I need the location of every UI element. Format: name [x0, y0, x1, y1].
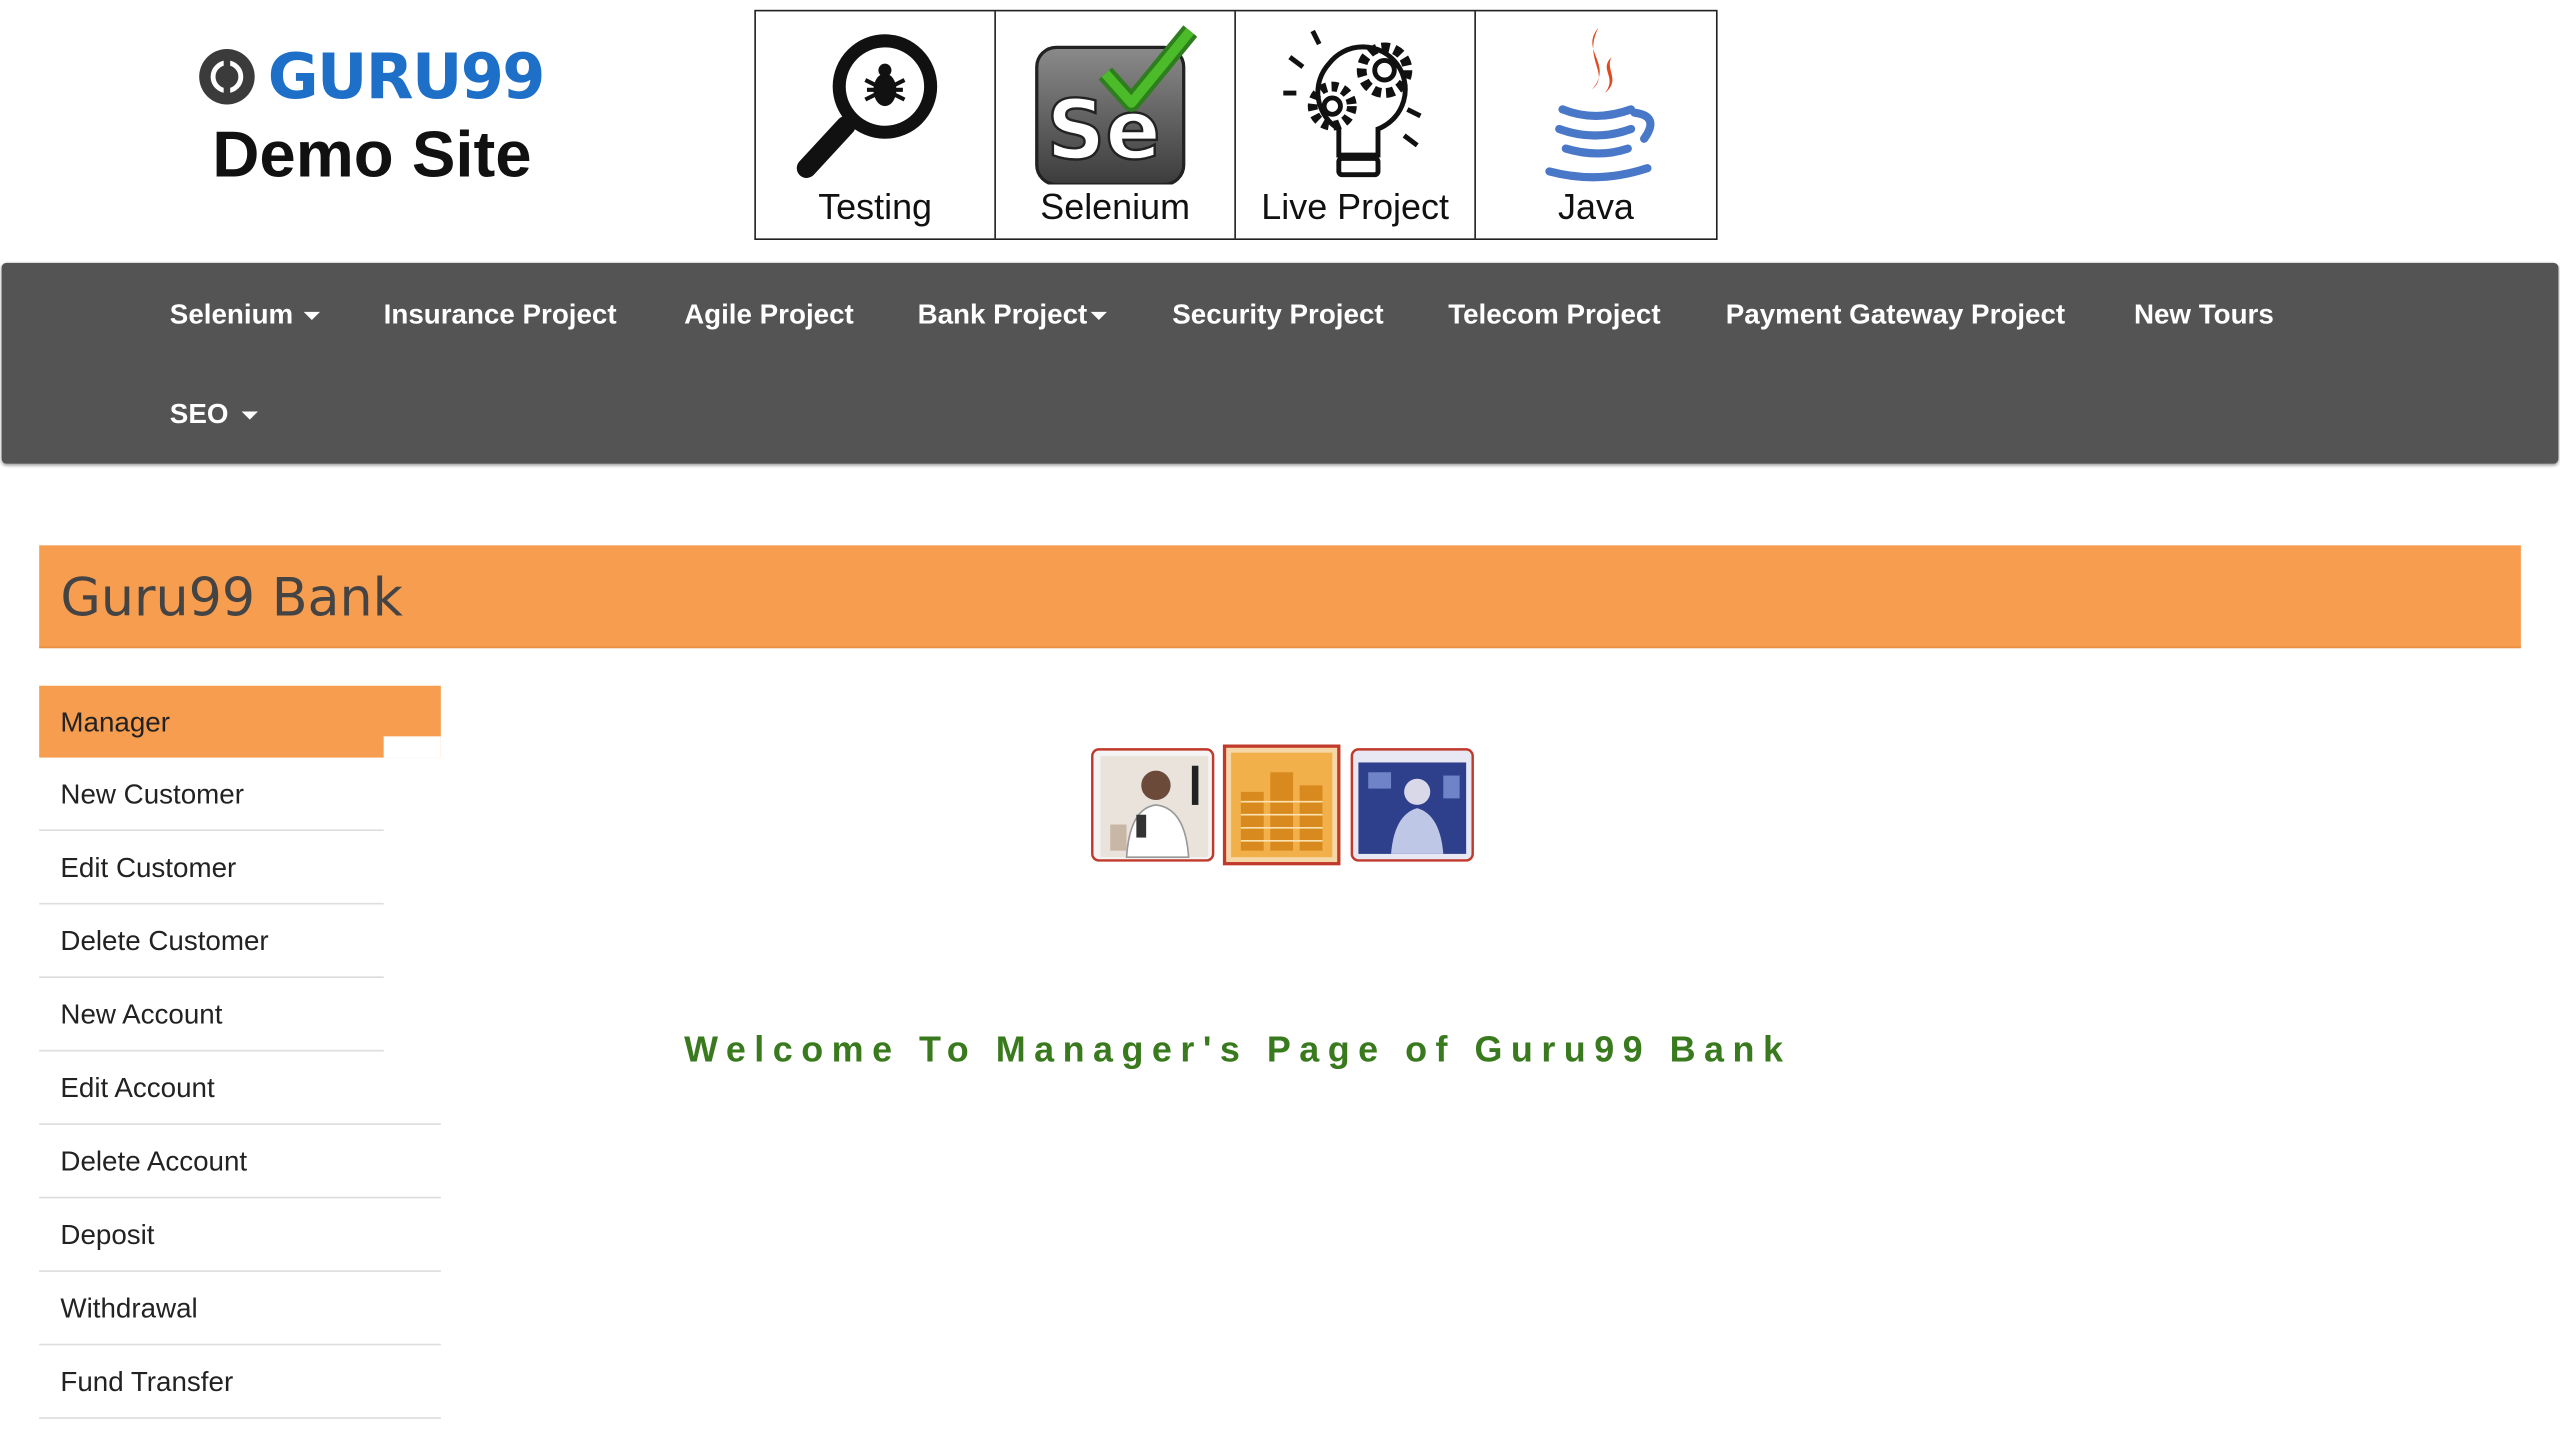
tile-java[interactable]: Java — [1476, 11, 1716, 238]
tile-label: Live Project — [1261, 186, 1449, 227]
main-navbar: Selenium Insurance Project Agile Project… — [1, 262, 2559, 464]
nav-new-tours[interactable]: New Tours — [2134, 299, 2274, 332]
nav-label: Insurance Project — [383, 298, 617, 330]
tile-label: Java — [1558, 186, 1634, 227]
guru99-logo-icon — [199, 48, 255, 105]
java-cup-icon — [1545, 27, 1655, 182]
menu-header-notch — [383, 736, 441, 758]
course-tiles: Testing Se Selenium Live Project Java — [754, 9, 1718, 241]
selenium-check-icon: Se — [1035, 25, 1197, 185]
tile-live-project[interactable]: Live Project — [1236, 11, 1476, 239]
caret-down-icon — [1090, 311, 1107, 321]
menu-item-label: Delete Customer — [60, 925, 269, 957]
menu-item-withdrawal[interactable]: Withdrawal — [39, 1272, 441, 1346]
tile-testing[interactable]: Testing — [756, 11, 996, 239]
menu-item-label: New Account — [60, 999, 223, 1031]
site-logo[interactable]: GURU99 Demo Site — [199, 44, 591, 191]
menu-item-manager[interactable]: Manager — [39, 685, 441, 758]
menu-item-edit-customer[interactable]: Edit Customer — [39, 831, 384, 905]
caret-down-icon — [241, 411, 258, 420]
nav-insurance-project[interactable]: Insurance Project — [384, 299, 617, 332]
menu-item-delete-account[interactable]: Delete Account — [39, 1125, 441, 1199]
menu-item-new-account[interactable]: New Account — [39, 978, 384, 1052]
caret-down-icon — [303, 311, 320, 321]
welcome-message: Welcome To Manager's Page of Guru99 Bank — [684, 1028, 1792, 1070]
nav-bank-project[interactable]: Bank Project — [918, 299, 1107, 332]
menu-item-label: Edit Account — [60, 1072, 215, 1104]
menu-item-label: Delete Account — [60, 1146, 248, 1178]
nav-label: SEO — [169, 398, 229, 430]
nav-security-project[interactable]: Security Project — [1172, 299, 1383, 332]
nav-telecom-project[interactable]: Telecom Project — [1448, 299, 1660, 332]
nav-seo[interactable]: SEO — [170, 398, 258, 431]
menu-item-label: Deposit — [60, 1219, 155, 1251]
menu-item-deposit[interactable]: Deposit — [39, 1198, 441, 1272]
nav-label: Payment Gateway Project — [1725, 298, 2066, 330]
banking-collage-image — [1091, 744, 1474, 866]
menu-item-label: Withdrawal — [60, 1293, 198, 1325]
nav-label: Security Project — [1172, 298, 1384, 330]
menu-header-label: Manager — [60, 706, 170, 738]
bank-title: Guru99 Bank — [60, 566, 403, 629]
gear-bulb-icon — [1283, 29, 1422, 178]
nav-label: New Tours — [2133, 298, 2274, 330]
nav-label: Telecom Project — [1448, 298, 1661, 330]
nav-agile-project[interactable]: Agile Project — [684, 299, 854, 332]
bank-banner: Guru99 Bank — [39, 545, 2521, 649]
banking-images — [1091, 743, 1476, 867]
menu-item-delete-customer[interactable]: Delete Customer — [39, 905, 384, 978]
menu-item-fund-transfer[interactable]: Fund Transfer — [39, 1345, 441, 1419]
tile-label: Selenium — [1040, 186, 1191, 227]
tile-label: Testing — [818, 186, 933, 227]
menu-item-label: Edit Customer — [60, 852, 237, 884]
tile-selenium[interactable]: Se Selenium — [996, 11, 1236, 239]
menu-item-new-customer[interactable]: New Customer — [39, 758, 384, 832]
demo-site-title: Demo Site — [212, 119, 532, 192]
nav-label: Agile Project — [684, 298, 854, 330]
nav-selenium[interactable]: Selenium — [170, 299, 320, 332]
menu-item-edit-account[interactable]: Edit Account — [39, 1051, 441, 1125]
nav-label: Selenium — [169, 298, 294, 330]
logo-text: GURU99 — [267, 40, 546, 113]
nav-payment-gateway-project[interactable]: Payment Gateway Project — [1726, 299, 2065, 332]
manager-menu: Manager New Customer Edit Customer Delet… — [39, 685, 441, 1419]
menu-item-label: New Customer — [60, 778, 244, 810]
menu-item-label: Fund Transfer — [60, 1366, 234, 1398]
magnifier-bug-icon — [796, 34, 938, 178]
nav-label: Bank Project — [917, 298, 1088, 330]
